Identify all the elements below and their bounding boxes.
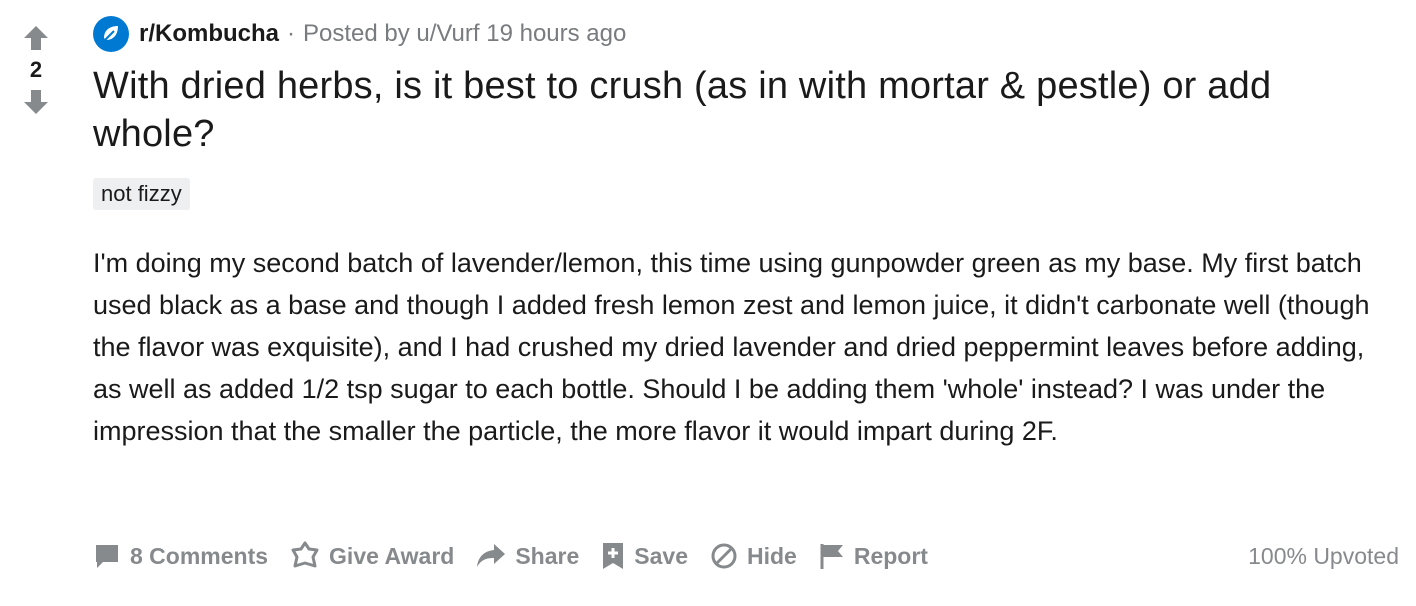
post-content: r/Kombucha · Posted by u/Vurf 19 hours a… [93, 14, 1403, 452]
give-award-button[interactable]: Give Award [290, 536, 454, 576]
hide-label: Hide [746, 542, 797, 569]
vote-column: 2 [18, 20, 54, 120]
report-label: Report [853, 542, 928, 569]
save-icon [601, 541, 625, 571]
arrow-down-icon [24, 90, 48, 114]
post-title[interactable]: With dried herbs, is it best to crush (a… [93, 62, 1403, 158]
meta-separator: · [287, 20, 296, 47]
post-flair[interactable]: not fizzy [93, 178, 190, 210]
comments-label: 8 Comments [130, 542, 269, 569]
posted-by[interactable]: Posted by u/Vurf 19 hours ago [303, 20, 626, 48]
hide-button[interactable]: Hide [710, 536, 797, 576]
post-body: I'm doing my second batch of lavender/le… [93, 248, 1370, 446]
post-actions: 8 Comments Give Award Share Save Hide Re… [93, 536, 1399, 576]
subreddit-avatar[interactable] [93, 16, 129, 52]
award-icon [290, 541, 320, 571]
give-award-label: Give Award [329, 542, 455, 569]
report-button[interactable]: Report [819, 536, 928, 576]
upvote-ratio: 100% Upvoted [1248, 542, 1399, 569]
share-button[interactable]: Share [476, 536, 579, 576]
arrow-up-icon [24, 26, 48, 50]
vote-count: 2 [29, 57, 43, 82]
report-icon [819, 542, 845, 570]
upvote-button[interactable] [18, 20, 54, 56]
subreddit-icon [103, 26, 118, 42]
post-meta: r/Kombucha · Posted by u/Vurf 19 hours a… [93, 14, 1403, 54]
share-icon [476, 542, 506, 570]
save-label: Save [634, 542, 688, 569]
downvote-button[interactable] [18, 84, 54, 120]
subreddit-link[interactable]: r/Kombucha [139, 20, 279, 48]
comments-button[interactable]: 8 Comments [93, 536, 268, 576]
share-label: Share [515, 542, 580, 569]
hide-icon [710, 542, 738, 570]
comment-icon [93, 542, 121, 570]
save-button[interactable]: Save [601, 536, 688, 576]
